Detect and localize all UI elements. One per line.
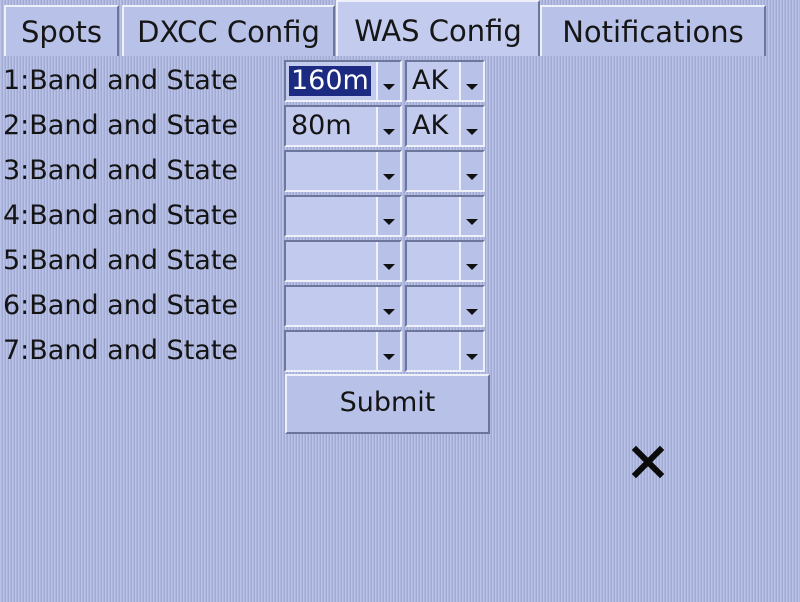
- tab-dxcc-config[interactable]: DXCC Config: [122, 5, 335, 56]
- chevron-down-icon[interactable]: [459, 197, 483, 235]
- chevron-down-icon[interactable]: [376, 242, 400, 280]
- chevron-down-icon[interactable]: [376, 197, 400, 235]
- band-state-label: 2:Band and State: [3, 110, 239, 141]
- band-value: 80m: [291, 110, 352, 141]
- chevron-down-icon[interactable]: [459, 287, 483, 325]
- band-state-label: 1:Band and State: [3, 65, 239, 96]
- band-state-label: 7:Band and State: [3, 335, 239, 366]
- tab-was-config[interactable]: WAS Config: [336, 0, 540, 56]
- band-state-label: 3:Band and State: [3, 155, 239, 186]
- band-state-row-2: 2:Band and State 80m AK: [0, 105, 800, 147]
- band-dropdown[interactable]: [284, 330, 402, 372]
- chevron-down-icon[interactable]: [376, 287, 400, 325]
- state-dropdown[interactable]: [405, 285, 485, 327]
- chevron-down-icon[interactable]: [459, 62, 483, 100]
- band-dropdown[interactable]: 160m: [284, 60, 402, 102]
- band-dropdown[interactable]: [284, 195, 402, 237]
- band-dropdown[interactable]: [284, 285, 402, 327]
- state-value: AK: [412, 110, 449, 141]
- band-state-row-3: 3:Band and State: [0, 150, 800, 192]
- chevron-down-icon[interactable]: [376, 332, 400, 370]
- state-dropdown[interactable]: AK: [405, 105, 485, 147]
- chevron-down-icon[interactable]: [459, 152, 483, 190]
- band-dropdown[interactable]: [284, 240, 402, 282]
- chevron-down-icon[interactable]: [459, 332, 483, 370]
- band-state-row-7: 7:Band and State: [0, 330, 800, 372]
- chevron-down-icon[interactable]: [376, 152, 400, 190]
- chevron-down-icon[interactable]: [459, 242, 483, 280]
- tab-spots[interactable]: Spots: [4, 5, 119, 56]
- state-value: AK: [412, 65, 449, 96]
- band-state-label: 6:Band and State: [3, 290, 239, 321]
- band-dropdown[interactable]: 80m: [284, 105, 402, 147]
- band-dropdown[interactable]: [284, 150, 402, 192]
- band-state-row-1: 1:Band and State 160m AK: [0, 60, 800, 102]
- band-state-label: 4:Band and State: [3, 200, 239, 231]
- band-state-label: 5:Band and State: [3, 245, 239, 276]
- chevron-down-icon[interactable]: [376, 62, 400, 100]
- state-dropdown[interactable]: [405, 150, 485, 192]
- state-dropdown[interactable]: AK: [405, 60, 485, 102]
- submit-button[interactable]: Submit: [285, 374, 490, 434]
- state-dropdown[interactable]: [405, 240, 485, 282]
- chevron-down-icon[interactable]: [459, 107, 483, 145]
- band-value: 160m: [289, 65, 371, 96]
- band-state-row-4: 4:Band and State: [0, 195, 800, 237]
- band-state-row-6: 6:Band and State: [0, 285, 800, 327]
- tab-notifications[interactable]: Notifications: [540, 5, 766, 56]
- close-icon[interactable]: [630, 444, 666, 480]
- state-dropdown[interactable]: [405, 330, 485, 372]
- tab-bar: Spots DXCC Config WAS Config Notificatio…: [0, 0, 800, 56]
- state-dropdown[interactable]: [405, 195, 485, 237]
- chevron-down-icon[interactable]: [376, 107, 400, 145]
- band-state-row-5: 5:Band and State: [0, 240, 800, 282]
